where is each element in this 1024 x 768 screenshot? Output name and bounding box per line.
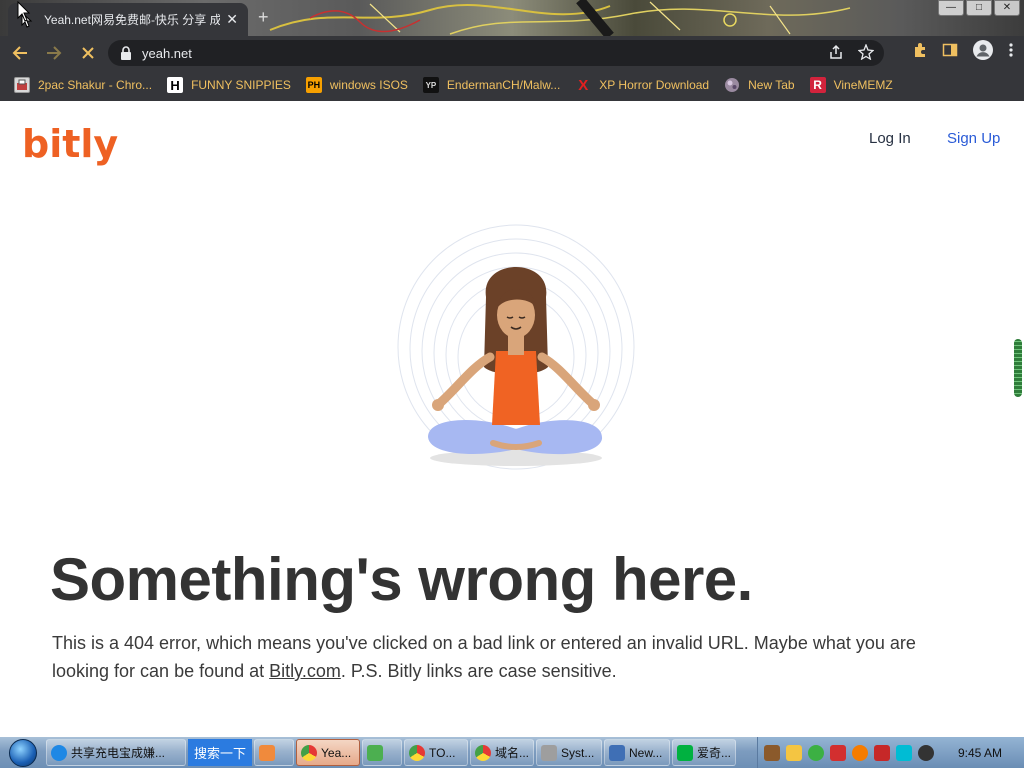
bookmark-label: windows ISOS: [329, 78, 408, 92]
bookmark-item[interactable]: X XP Horror Download: [575, 76, 710, 94]
search-button[interactable]: 搜索一下: [188, 739, 253, 766]
tray-app-icon[interactable]: [785, 744, 802, 761]
url-text: yeah.net: [142, 45, 192, 61]
start-button[interactable]: [0, 737, 46, 768]
stop-icon: [82, 46, 94, 59]
h-icon: H: [167, 77, 184, 93]
taskbar-item[interactable]: 共享充电宝成嫌...: [46, 739, 186, 766]
tray-search-icon[interactable]: [851, 744, 868, 761]
menu-kebab-icon[interactable]: [1008, 42, 1014, 58]
taskbar-item-label: 共享充电宝成嫌...: [71, 746, 166, 760]
bookmark-item[interactable]: 2pac Shakur - Chro...: [14, 77, 152, 93]
app-icon: [367, 744, 384, 761]
bookmark-item[interactable]: R VineMEMZ: [809, 77, 893, 93]
new-tab-button[interactable]: +: [258, 7, 269, 28]
taskbar-item-label: New...: [629, 745, 663, 760]
bookmark-label: FUNNY SNIPPIES: [191, 78, 291, 92]
browser-title-bar: Yeah.net网易免费邮-快乐 分享 成 ✕ + — □ ✕: [0, 0, 1024, 36]
taskbar-item-label: Syst...: [561, 745, 595, 760]
stop-loading-button[interactable]: [74, 39, 102, 67]
browser-tab[interactable]: Yeah.net网易免费邮-快乐 分享 成 ✕: [8, 3, 248, 36]
bookmark-item[interactable]: New Tab: [724, 77, 795, 93]
app-icon: [14, 77, 30, 93]
bookmark-label: EndermanCH/Malw...: [446, 78, 561, 92]
system-tray: 9:45 AM: [756, 737, 1024, 768]
shield-icon: [609, 744, 626, 761]
taskbar-item-label: 爱奇...: [697, 746, 732, 760]
lock-icon: [121, 46, 131, 60]
address-bar[interactable]: yeah.net: [108, 40, 884, 66]
app-icon: [259, 744, 276, 761]
tray-flag-icon[interactable]: [873, 744, 890, 761]
taskbar-item[interactable]: New...: [604, 739, 671, 766]
forward-arrow-icon: [47, 45, 62, 60]
bitly-link[interactable]: Bitly.com: [269, 661, 341, 681]
iqiyi-icon: [677, 744, 694, 761]
error-heading: Something's wrong here.: [50, 546, 753, 613]
bookmark-item[interactable]: PH windows ISOS: [305, 77, 408, 93]
bookmark-label: XP Horror Download: [599, 78, 710, 92]
bookmark-item[interactable]: YP EndermanCH/Malw...: [422, 77, 561, 93]
taskbar-item-label: Yea...: [321, 745, 352, 760]
taskbar-item-label: TO...: [429, 745, 456, 760]
windows-logo-icon: [9, 738, 37, 767]
system-icon: [541, 744, 558, 761]
taskbar-item[interactable]: 爱奇...: [672, 739, 737, 766]
maximize-button[interactable]: □: [966, 0, 992, 16]
extensions-icon[interactable]: [912, 42, 928, 58]
bookmark-label: New Tab: [748, 78, 795, 92]
bookmarks-bar: 2pac Shakur - Chro... H FUNNY SNIPPIES P…: [0, 69, 1024, 101]
taskbar-item[interactable]: [254, 739, 295, 766]
windows-taskbar: 共享充电宝成嫌... 搜索一下 Yea... TO... 域名... Syst.…: [0, 737, 1024, 768]
taskbar-item[interactable]: 域名...: [470, 739, 535, 766]
tray-volume-icon[interactable]: [917, 744, 934, 761]
error-text-part: . P.S. Bitly links are case sensitive.: [340, 661, 617, 681]
profile-avatar-icon[interactable]: [972, 39, 994, 61]
svg-text:bitly: bitly: [22, 122, 118, 166]
tab-title: Yeah.net网易免费邮-快乐 分享 成: [44, 13, 221, 27]
bookmark-label: 2pac Shakur - Chro...: [38, 78, 153, 92]
ie-icon: [51, 744, 67, 761]
browser-toolbar: yeah.net: [0, 36, 1024, 69]
chrome-icon: [301, 744, 318, 761]
taskbar-item[interactable]: Syst...: [536, 739, 603, 766]
login-link[interactable]: Log In: [869, 130, 911, 147]
scrollbar-thumb[interactable]: [1014, 339, 1022, 397]
taskbar-item[interactable]: TO...: [404, 739, 469, 766]
taskbar-item[interactable]: [362, 739, 403, 766]
share-icon[interactable]: [828, 44, 844, 60]
tray-app-icon[interactable]: [829, 744, 846, 761]
error-description: This is a 404 error, which means you've …: [52, 629, 972, 685]
web-page: bitly Log In Sign Up Something's wrong h…: [0, 101, 1024, 737]
signup-link[interactable]: Sign Up: [947, 130, 1000, 147]
bookmark-star-icon[interactable]: [858, 44, 874, 60]
side-panel-icon[interactable]: [942, 42, 958, 58]
taskbar-item[interactable]: Yea...: [296, 739, 361, 766]
clock[interactable]: 9:45 AM: [958, 746, 1002, 760]
window-controls: — □ ✕: [938, 0, 1020, 16]
tray-monitor-icon[interactable]: [895, 744, 912, 761]
close-window-button[interactable]: ✕: [994, 0, 1020, 16]
yp-icon: YP: [422, 77, 439, 93]
x-icon: X: [578, 76, 589, 94]
bookmark-label: VineMEMZ: [833, 78, 893, 92]
meditation-illustration: [397, 224, 635, 470]
wallpaper-graffiti: [269, 0, 851, 36]
minimize-button[interactable]: —: [938, 0, 964, 16]
mouse-cursor-icon: [17, 1, 31, 22]
tray-app-icon[interactable]: [807, 744, 824, 761]
r-icon: R: [809, 77, 826, 93]
back-arrow-icon: [12, 45, 27, 60]
globe-icon: [724, 77, 740, 93]
back-button[interactable]: [6, 39, 34, 67]
tray-app-icon[interactable]: [763, 744, 780, 761]
bookmark-item[interactable]: H FUNNY SNIPPIES: [167, 77, 291, 93]
ph-icon: PH: [305, 77, 322, 93]
forward-button[interactable]: [40, 39, 68, 67]
tab-close-icon[interactable]: ✕: [226, 11, 238, 28]
bitly-logo[interactable]: bitly: [22, 117, 118, 173]
chrome-icon: [409, 744, 426, 761]
taskbar-item-label: 域名...: [495, 746, 530, 760]
chrome-icon: [475, 744, 492, 761]
